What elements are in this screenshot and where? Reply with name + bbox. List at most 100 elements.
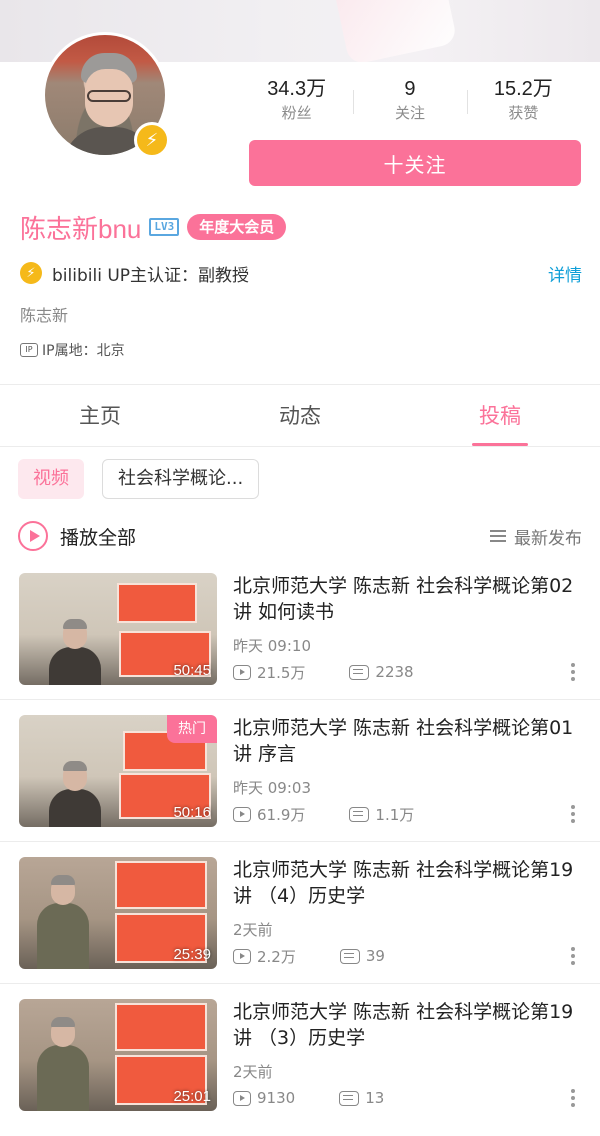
video-danmaku: 1.1万 bbox=[375, 805, 415, 824]
thumbnail-person-hair bbox=[51, 875, 75, 885]
hot-badge: 热门 bbox=[167, 715, 217, 743]
more-vertical-icon[interactable] bbox=[571, 663, 575, 681]
list-item[interactable]: 25:39 北京师范大学 陈志新 社会科学概论第19讲 （4）历史学 2天前 2… bbox=[0, 857, 600, 999]
tab-bar: 主页 动态 投稿 bbox=[0, 388, 600, 446]
thumbnail-person-hair bbox=[63, 761, 87, 771]
certification-text: bilibili UP主认证：副教授 bbox=[52, 265, 250, 286]
more-vertical-icon[interactable] bbox=[571, 805, 575, 823]
danmaku-icon bbox=[339, 1090, 360, 1106]
divider bbox=[0, 841, 600, 842]
video-views: 2.2万 bbox=[257, 947, 296, 966]
danmaku-icon bbox=[349, 806, 370, 822]
danmaku-icon bbox=[349, 664, 370, 680]
divider bbox=[0, 446, 600, 447]
stat-value: 9 bbox=[404, 78, 416, 100]
video-date: 昨天 09:10 bbox=[233, 637, 311, 655]
video-views: 9130 bbox=[257, 1089, 296, 1107]
video-title[interactable]: 北京师范大学 陈志新 社会科学概论第19讲 （4）历史学 bbox=[233, 857, 583, 909]
thumbnail-person-torso bbox=[49, 789, 101, 827]
video-duration: 25:01 bbox=[173, 1088, 211, 1105]
video-views: 21.5万 bbox=[257, 663, 306, 682]
video-thumbnail[interactable]: 50:45 bbox=[19, 573, 217, 685]
video-danmaku: 39 bbox=[365, 947, 385, 965]
list-item[interactable]: 热门 50:16 北京师范大学 陈志新 社会科学概论第01讲 序言 昨天 09:… bbox=[0, 715, 600, 857]
avatar-glasses bbox=[87, 90, 131, 102]
sort-button[interactable]: 最新发布 bbox=[490, 524, 582, 549]
stat-label: 获赞 bbox=[508, 104, 539, 122]
play-all-button[interactable]: 播放全部 bbox=[60, 523, 136, 550]
thumbnail-slide bbox=[117, 583, 197, 623]
video-title[interactable]: 北京师范大学 陈志新 社会科学概论第02讲 如何读书 bbox=[233, 573, 583, 625]
list-sort-icon bbox=[490, 530, 506, 542]
divider bbox=[0, 699, 600, 700]
video-thumbnail[interactable]: 25:39 bbox=[19, 857, 217, 969]
play-count-icon bbox=[233, 806, 251, 822]
thumbnail-person-torso bbox=[49, 647, 101, 685]
thumbnail-person bbox=[37, 1017, 89, 1111]
video-date: 2天前 bbox=[233, 1063, 273, 1081]
stat-value: 34.3万 bbox=[267, 78, 327, 100]
thumbnail-slide bbox=[115, 1003, 207, 1051]
video-danmaku: 13 bbox=[365, 1089, 385, 1107]
video-views: 61.9万 bbox=[257, 805, 306, 824]
thumbnail-person-hair bbox=[63, 619, 87, 629]
thumbnail-person bbox=[37, 875, 89, 969]
tab-dynamics[interactable]: 动态 bbox=[200, 388, 400, 446]
thumbnail-person-torso bbox=[37, 1045, 89, 1111]
tab-uploads[interactable]: 投稿 bbox=[400, 388, 600, 446]
video-thumbnail[interactable]: 热门 50:16 bbox=[19, 715, 217, 827]
stat-value: 15.2万 bbox=[493, 78, 553, 100]
play-count-icon bbox=[233, 948, 251, 964]
video-duration: 50:16 bbox=[173, 804, 211, 821]
video-danmaku: 2238 bbox=[375, 663, 414, 681]
banner-decoration bbox=[332, 0, 458, 62]
video-meta: 61.9万 1.1万 bbox=[233, 803, 583, 825]
thumbnail-person-torso bbox=[37, 903, 89, 969]
play-count-icon bbox=[233, 664, 251, 680]
stat-following[interactable]: 9 关注 bbox=[353, 76, 466, 130]
filter-chip-videos[interactable]: 视频 bbox=[18, 459, 84, 499]
playall-row: 播放全部 最新发布 bbox=[18, 516, 582, 556]
vip-badge[interactable]: 年度大会员 bbox=[187, 214, 287, 240]
divider bbox=[0, 983, 600, 984]
stat-label: 关注 bbox=[394, 104, 425, 122]
more-vertical-icon[interactable] bbox=[571, 1089, 575, 1107]
play-count-icon bbox=[233, 1090, 251, 1106]
video-thumbnail[interactable]: 25:01 bbox=[19, 999, 217, 1111]
signature: 陈志新 bbox=[20, 306, 69, 325]
ip-location: IP属地：北京 bbox=[42, 343, 125, 359]
list-item[interactable]: 50:45 北京师范大学 陈志新 社会科学概论第02讲 如何读书 昨天 09:1… bbox=[0, 573, 600, 715]
thumbnail-person-hair bbox=[51, 1017, 75, 1027]
video-meta: 2.2万 39 bbox=[233, 945, 583, 967]
level-badge: LV3 bbox=[149, 218, 180, 236]
video-duration: 50:45 bbox=[173, 662, 211, 679]
list-item[interactable]: 25:01 北京师范大学 陈志新 社会科学概论第19讲 （3）历史学 2天前 9… bbox=[0, 999, 600, 1136]
video-meta: 21.5万 2238 bbox=[233, 661, 583, 683]
follow-button[interactable]: 十关注 bbox=[249, 140, 581, 186]
ip-location-row: IP IP属地：北京 bbox=[20, 340, 125, 360]
video-title[interactable]: 北京师范大学 陈志新 社会科学概论第01讲 序言 bbox=[233, 715, 583, 767]
thumbnail-person bbox=[49, 619, 101, 685]
stat-label: 粉丝 bbox=[281, 104, 312, 122]
certification-row: ⚡ bilibili UP主认证：副教授 详情 bbox=[20, 258, 582, 288]
play-circle-icon[interactable] bbox=[18, 521, 48, 551]
sort-label: 最新发布 bbox=[514, 528, 582, 549]
video-meta: 9130 13 bbox=[233, 1087, 583, 1109]
lightning-icon: ⚡ bbox=[134, 122, 170, 158]
ip-icon: IP bbox=[20, 343, 38, 357]
tab-home[interactable]: 主页 bbox=[0, 388, 200, 446]
stat-likes[interactable]: 15.2万 获赞 bbox=[466, 76, 580, 130]
lightning-icon: ⚡ bbox=[20, 262, 42, 284]
filter-chip-series[interactable]: 社会科学概论... bbox=[102, 459, 260, 499]
video-duration: 25:39 bbox=[173, 946, 211, 963]
details-link[interactable]: 详情 bbox=[548, 261, 582, 286]
danmaku-icon bbox=[339, 948, 360, 964]
thumbnail-person bbox=[49, 761, 101, 827]
video-title[interactable]: 北京师范大学 陈志新 社会科学概论第19讲 （3）历史学 bbox=[233, 999, 583, 1051]
user-name: 陈志新bnu bbox=[20, 213, 142, 244]
name-row: 陈志新bnu LV3 年度大会员 bbox=[20, 208, 287, 246]
filter-row: 视频 社会科学概论... bbox=[18, 459, 260, 499]
more-vertical-icon[interactable] bbox=[571, 947, 575, 965]
stat-fans[interactable]: 34.3万 粉丝 bbox=[240, 76, 353, 130]
video-date: 2天前 bbox=[233, 921, 273, 939]
